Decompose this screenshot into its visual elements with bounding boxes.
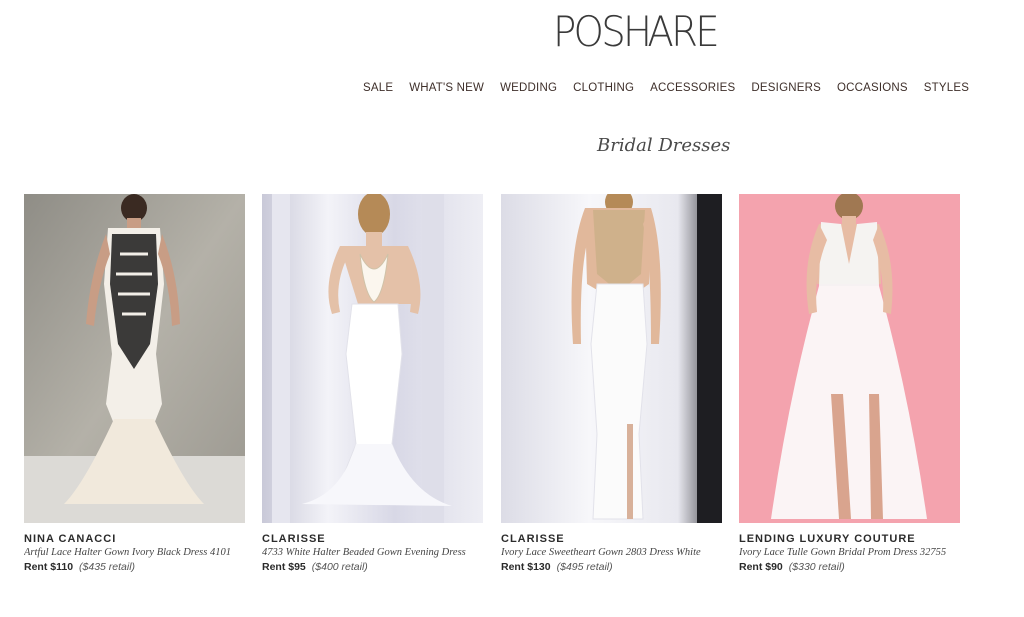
nav-item-clothing[interactable]: CLOTHING	[565, 82, 642, 94]
rent-price: Rent $110	[24, 561, 74, 573]
site-logo[interactable]: POSHARE	[553, 10, 733, 54]
product-card[interactable]: NINA CANACCI Artful Lace Halter Gown Ivo…	[24, 194, 245, 573]
retail-price: ($495 retail)	[556, 561, 613, 573]
product-image[interactable]	[739, 194, 960, 523]
retail-price: ($400 retail)	[311, 561, 368, 573]
nav-item-styles[interactable]: STYLES	[916, 82, 977, 94]
product-image[interactable]	[24, 194, 245, 523]
nav-item-designers[interactable]: DESIGNERS	[743, 82, 829, 94]
product-price: Rent $130 ($495 retail)	[501, 561, 722, 573]
retail-price: ($435 retail)	[79, 561, 136, 573]
product-card[interactable]: LENDING LUXURY COUTURE Ivory Lace Tulle …	[739, 194, 960, 573]
product-image[interactable]	[262, 194, 483, 523]
logo-text-3: ARE	[647, 7, 719, 56]
nav-item-sale[interactable]: SALE	[355, 82, 401, 94]
nav-item-accessories[interactable]: ACCESSORIES	[642, 82, 743, 94]
product-brand[interactable]: LENDING LUXURY COUTURE	[739, 533, 960, 545]
rent-price: Rent $95	[262, 561, 306, 573]
product-name[interactable]: Artful Lace Halter Gown Ivory Black Dres…	[24, 547, 245, 558]
nav-item-occasions[interactable]: OCCASIONS	[829, 82, 916, 94]
dress-photo	[24, 194, 245, 523]
product-price: Rent $95 ($400 retail)	[262, 561, 483, 573]
product-card[interactable]: CLARISSE Ivory Lace Sweetheart Gown 2803…	[501, 194, 722, 573]
product-name[interactable]: 4733 White Halter Beaded Gown Evening Dr…	[262, 547, 483, 558]
logo-text-2: H	[622, 7, 652, 56]
dress-photo	[262, 194, 483, 523]
product-price: Rent $90 ($330 retail)	[739, 561, 960, 573]
product-card[interactable]: CLARISSE 4733 White Halter Beaded Gown E…	[262, 194, 483, 573]
dress-photo	[739, 194, 960, 523]
retail-price: ($330 retail)	[788, 561, 845, 573]
product-brand[interactable]: CLARISSE	[262, 533, 483, 545]
page-title: Bridal Dresses	[597, 135, 731, 156]
rent-price: Rent $130	[501, 561, 551, 573]
main-nav: SALE WHAT'S NEW WEDDING CLOTHING ACCESSO…	[355, 79, 969, 97]
product-brand[interactable]: CLARISSE	[501, 533, 722, 545]
product-name[interactable]: Ivory Lace Tulle Gown Bridal Prom Dress …	[739, 547, 960, 558]
nav-item-wedding[interactable]: WEDDING	[492, 82, 565, 94]
logo-text-1: POS	[553, 7, 626, 56]
product-brand[interactable]: NINA CANACCI	[24, 533, 245, 545]
rent-price: Rent $90	[739, 561, 783, 573]
product-name[interactable]: Ivory Lace Sweetheart Gown 2803 Dress Wh…	[501, 547, 722, 558]
product-price: Rent $110 ($435 retail)	[24, 561, 245, 573]
product-image[interactable]	[501, 194, 722, 523]
nav-item-whats-new[interactable]: WHAT'S NEW	[401, 82, 492, 94]
dress-photo	[501, 194, 722, 523]
